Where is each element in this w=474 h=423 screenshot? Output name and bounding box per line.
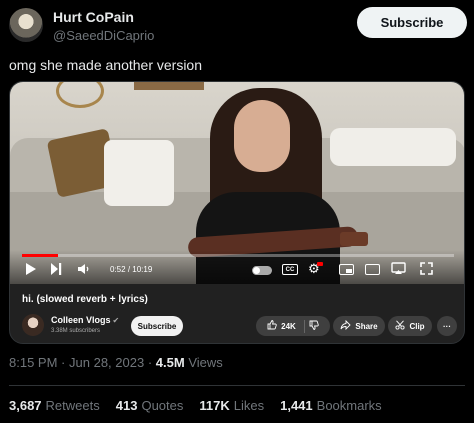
bookmarks-stat[interactable]: 1,441 Bookmarks [280,398,382,413]
time-separator: / [127,265,131,274]
volume-icon[interactable] [78,263,90,278]
timestamp-separator: · [61,355,66,370]
tweet-timestamp[interactable]: 8:15 PM · Jun 28, 2023 · 4.5M Views [9,355,223,370]
current-time: 0:52 [110,265,126,274]
user-handle[interactable]: @SaeedDiCaprio [53,28,154,43]
video-controls: 0:52 / 10:19 CC ⚙ [10,250,464,284]
progress-fill [22,254,59,257]
subscribe-button[interactable]: Subscribe [357,7,467,38]
retweets-label: Retweets [45,398,100,413]
miniplayer-icon[interactable] [339,264,354,275]
quotes-count: 413 [115,398,138,413]
video-embed-card[interactable]: 0:52 / 10:19 CC ⚙ hi. (slowed reverb + l… [9,81,465,344]
like-dislike-pill: 24K [256,316,330,336]
right-pillow [330,128,456,166]
bookmarks-label: Bookmarks [316,398,382,413]
theater-icon[interactable] [365,264,380,275]
retweets-stat[interactable]: 3,687 Retweets [9,398,100,413]
next-icon[interactable] [51,263,62,278]
tweet-header: Hurt CoPain @SaeedDiCaprio Subscribe [9,6,467,46]
autoplay-toggle[interactable] [252,266,272,275]
share-label: Share [355,321,378,331]
wall-decoration [56,82,104,108]
channel-subscribers: 3.38M subscribers [51,328,101,334]
views-count: 4.5M [155,355,185,370]
progress-bar[interactable] [22,254,454,257]
views-separator: · [147,355,153,370]
share-icon [340,319,352,333]
video-title[interactable]: hi. (slowed reverb + lyrics) [22,294,148,305]
user-avatar[interactable] [9,8,43,42]
retweets-count: 3,687 [9,398,42,413]
duration: 10:19 [132,265,153,274]
likes-stat[interactable]: 117K Likes [199,398,264,413]
video-player[interactable]: 0:52 / 10:19 CC ⚙ [10,82,464,284]
captions-icon[interactable]: CC [282,264,298,275]
user-names: Hurt CoPain @SaeedDiCaprio [53,9,154,43]
tweet-text: omg she made another version [9,57,202,73]
likes-count: 117K [199,398,230,413]
quotes-stat[interactable]: 413 Quotes [116,398,184,413]
play-icon[interactable] [25,263,36,278]
quotes-label: Quotes [141,398,184,413]
like-icon [267,319,277,333]
clip-label: Clip [409,321,425,331]
ukulele-head [340,232,368,246]
video-time: 0:52 / 10:19 [110,263,152,277]
like-count: 24K [281,321,296,331]
likes-label: Likes [233,398,265,413]
engagement-stats: 3,687 Retweets 413 Quotes 117K Likes 1,441 B… [9,398,398,413]
channel-name[interactable]: Colleen Vlogs ✔ [51,315,119,325]
tweet-time: 8:15 PM [9,355,58,370]
fullscreen-icon[interactable] [420,262,433,278]
views-label: Views [188,355,223,370]
clip-icon [395,319,405,333]
channel-subscribe-button[interactable]: Subscribe [131,316,183,336]
bookmarks-count: 1,441 [280,398,313,413]
cast-icon[interactable] [391,262,406,278]
dislike-icon[interactable] [309,320,319,333]
person-face [234,100,290,172]
channel-avatar[interactable] [22,314,44,336]
white-pillow [104,140,174,206]
more-icon[interactable]: ··· [437,316,457,336]
hd-badge [317,262,323,266]
verified-icon: ✔ [112,316,120,325]
channel-name-text: Colleen Vlogs [51,315,111,325]
share-button[interactable]: Share [333,316,385,336]
like-button[interactable]: 24K [267,319,305,333]
tweet-date: Jun 28, 2023 [69,355,145,370]
divider [9,385,465,386]
display-name[interactable]: Hurt CoPain [53,9,154,25]
clip-button[interactable]: Clip [388,316,432,336]
wall-shelf [134,82,204,90]
